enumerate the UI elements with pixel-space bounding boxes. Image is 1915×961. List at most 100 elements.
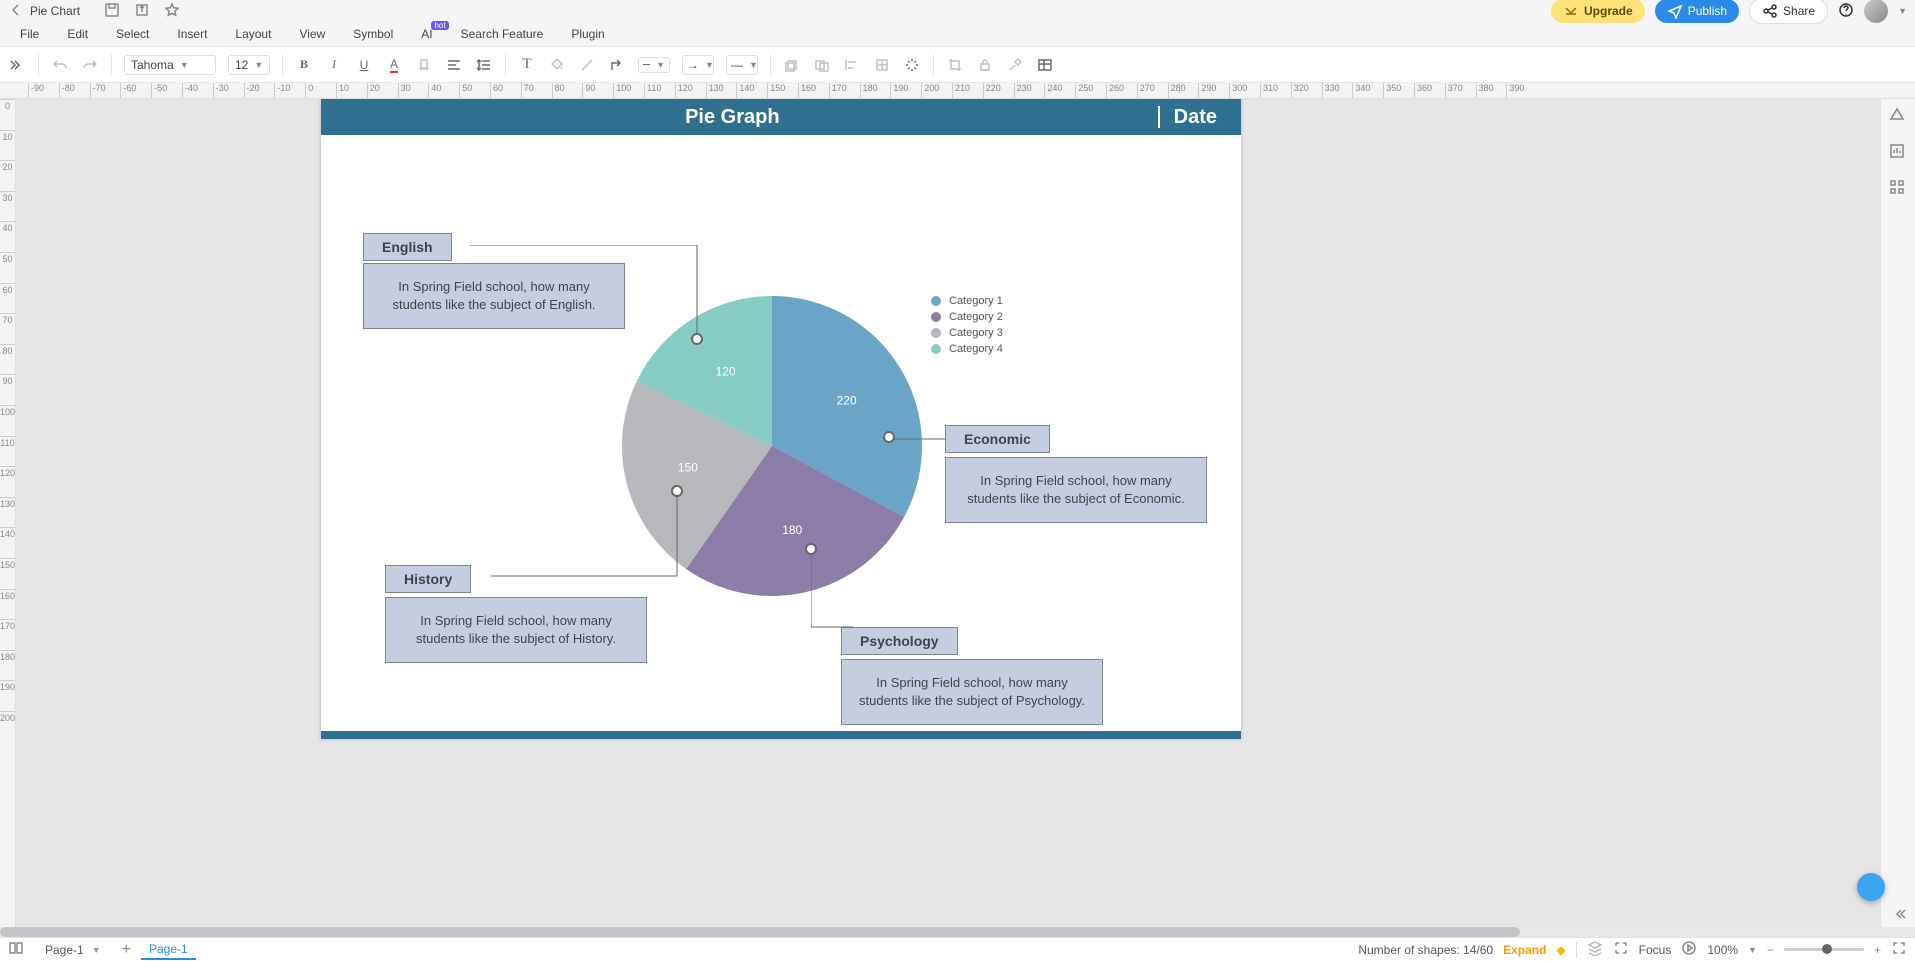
menu-edit[interactable]: Edit: [53, 27, 102, 41]
back-icon[interactable]: [8, 2, 24, 21]
callout-dot[interactable]: [805, 543, 817, 555]
redo-icon[interactable]: [81, 56, 99, 74]
legend-row: Category 3: [931, 327, 1003, 339]
italic-icon[interactable]: I: [325, 56, 343, 74]
legend-label: Category 2: [949, 311, 1003, 323]
tools-icon[interactable]: [1006, 56, 1024, 74]
publish-button[interactable]: Publish: [1655, 0, 1739, 23]
expand-panel-icon[interactable]: [8, 56, 26, 74]
text-color-icon[interactable]: A: [385, 56, 403, 74]
fontsize-dropdown[interactable]: 12▼: [228, 55, 270, 75]
callout-dot[interactable]: [883, 431, 895, 443]
legend-row: Category 4: [931, 343, 1003, 355]
callout-label-psychology[interactable]: Psychology: [841, 627, 958, 655]
legend-label: Category 3: [949, 327, 1003, 339]
export-icon[interactable]: [134, 2, 150, 21]
focus-icon[interactable]: [1613, 940, 1629, 959]
menu-symbol[interactable]: Symbol: [339, 27, 407, 41]
add-page-icon[interactable]: +: [122, 941, 131, 959]
legend-row: Category 2: [931, 311, 1003, 323]
font-value: Tahoma: [131, 58, 174, 72]
canvas-scroll[interactable]: Pie Graph Date 220180150120 Category 1 C…: [16, 99, 1881, 927]
callout-dot[interactable]: [671, 485, 683, 497]
align-icon[interactable]: [445, 56, 463, 74]
underline-icon[interactable]: U: [355, 56, 373, 74]
arrow-start-dropdown[interactable]: →▼: [682, 55, 714, 75]
page-list-icon[interactable]: [8, 940, 24, 959]
page-dropdown[interactable]: Page-1▼: [34, 940, 112, 960]
zoom-in-icon[interactable]: +: [1874, 943, 1881, 957]
arrow-end-dropdown[interactable]: —▼: [726, 55, 758, 75]
menu-ai[interactable]: AIhot: [407, 27, 446, 41]
menu-view[interactable]: View: [285, 27, 339, 41]
present-icon[interactable]: [1681, 940, 1697, 959]
menu-insert[interactable]: Insert: [163, 27, 221, 41]
avatar-chevron-icon[interactable]: ▼: [1898, 6, 1907, 16]
expand-link[interactable]: Expand: [1503, 943, 1546, 957]
callout-connector: [491, 490, 681, 580]
menu-layout[interactable]: Layout: [221, 27, 285, 41]
front-icon[interactable]: [783, 56, 801, 74]
upgrade-button[interactable]: Upgrade: [1551, 0, 1645, 23]
callout-desc-psychology[interactable]: In Spring Field school, how many student…: [841, 659, 1103, 725]
apps-panel-icon[interactable]: [1889, 179, 1907, 197]
fill-icon[interactable]: [548, 56, 566, 74]
crop-icon[interactable]: [946, 56, 964, 74]
font-dropdown[interactable]: Tahoma▼: [124, 55, 216, 75]
bold-icon[interactable]: B: [295, 56, 313, 74]
align-objects-icon[interactable]: [843, 56, 861, 74]
assistant-icon[interactable]: [1857, 873, 1885, 901]
line-spacing-icon[interactable]: [475, 56, 493, 74]
menu-select[interactable]: Select: [102, 27, 163, 41]
callout-label-english[interactable]: English: [363, 233, 452, 261]
diamond-icon: ◆: [1556, 943, 1565, 957]
zoom-slider[interactable]: [1784, 948, 1864, 951]
back-layer-icon[interactable]: [813, 56, 831, 74]
callout-label-economic[interactable]: Economic: [945, 425, 1050, 453]
collapse-rail-icon[interactable]: [1891, 906, 1907, 925]
canvas[interactable]: Pie Graph Date 220180150120 Category 1 C…: [321, 99, 1241, 739]
line-style-dropdown[interactable]: ▼: [638, 57, 670, 73]
menubar: File Edit Select Insert Layout View Symb…: [0, 22, 1915, 46]
highlight-icon[interactable]: [415, 56, 433, 74]
star-icon[interactable]: [164, 2, 180, 21]
layers-icon[interactable]: [1587, 940, 1603, 959]
svg-text:150: 150: [678, 460, 698, 474]
chart-panel-icon[interactable]: [1889, 143, 1907, 161]
line-color-icon[interactable]: [578, 56, 596, 74]
zoom-out-icon[interactable]: −: [1767, 943, 1774, 957]
lock-icon[interactable]: [976, 56, 994, 74]
menu-search-feature[interactable]: Search Feature: [447, 27, 558, 41]
callout-label-history[interactable]: History: [385, 565, 471, 593]
share-button[interactable]: Share: [1749, 0, 1828, 24]
fullscreen-icon[interactable]: [1891, 940, 1907, 959]
callout-desc-history[interactable]: In Spring Field school, how many student…: [385, 597, 647, 663]
callout-desc-economic[interactable]: In Spring Field school, how many student…: [945, 457, 1207, 523]
help-icon[interactable]: [1838, 2, 1854, 21]
page-tab[interactable]: Page-1: [141, 940, 196, 960]
text-tool-icon[interactable]: T: [518, 56, 536, 74]
callout-connector: [469, 245, 701, 345]
callout-dot[interactable]: [691, 333, 703, 345]
canvas-date: Date: [1174, 106, 1241, 129]
menu-plugin[interactable]: Plugin: [557, 27, 618, 41]
share-label: Share: [1783, 4, 1815, 18]
menu-file[interactable]: File: [6, 27, 53, 41]
distribute-icon[interactable]: [873, 56, 891, 74]
legend: Category 1 Category 2 Category 3 Categor…: [931, 295, 1003, 359]
shape-panel-icon[interactable]: [1889, 107, 1907, 125]
callout-connector: [889, 437, 949, 441]
undo-icon[interactable]: [51, 56, 69, 74]
avatar[interactable]: [1864, 0, 1888, 23]
focus-label[interactable]: Focus: [1639, 943, 1672, 957]
right-rail: [1881, 99, 1915, 927]
save-icon[interactable]: [104, 2, 120, 21]
effects-icon[interactable]: [903, 56, 921, 74]
callout-connector: [811, 549, 857, 631]
hscrollbar[interactable]: [0, 927, 1915, 937]
canvas-footer-bar: [321, 731, 1241, 739]
table-icon[interactable]: [1036, 56, 1054, 74]
zoom-value[interactable]: 100%: [1707, 943, 1738, 957]
connector-icon[interactable]: [608, 56, 626, 74]
statusbar: Page-1▼ + Page-1 Number of shapes: 14/60…: [0, 937, 1915, 961]
